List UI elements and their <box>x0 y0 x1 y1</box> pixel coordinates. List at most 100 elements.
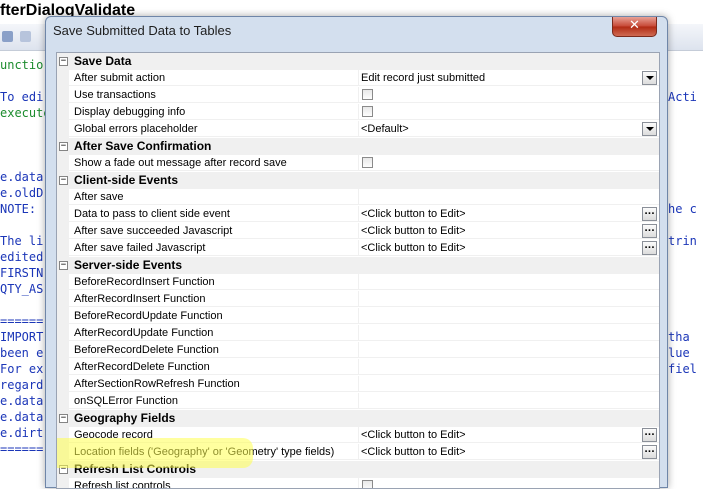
property-name[interactable]: AfterRecordUpdate Function <box>69 325 359 341</box>
ellipsis-button[interactable]: ... <box>642 445 657 459</box>
collapse-icon[interactable]: − <box>59 261 68 270</box>
property-row-afterrecordupdate-function[interactable]: AfterRecordUpdate Function <box>57 325 659 342</box>
property-name[interactable]: Global errors placeholder <box>69 121 359 137</box>
property-value-text: <Click button to Edit> <box>361 208 466 220</box>
property-row-beforerecorddelete-function[interactable]: BeforeRecordDelete Function <box>57 342 659 359</box>
property-value[interactable] <box>359 376 659 392</box>
row-margin <box>57 70 69 87</box>
property-value[interactable]: Edit record just submitted <box>359 70 659 86</box>
property-row-afterrecordinsert-function[interactable]: AfterRecordInsert Function <box>57 291 659 308</box>
ellipsis-button[interactable]: ... <box>642 428 657 442</box>
property-value[interactable] <box>359 189 659 205</box>
property-value[interactable]: <Click button to Edit>... <box>359 206 659 222</box>
property-name[interactable]: Data to pass to client side event <box>69 206 359 222</box>
collapse-icon[interactable]: − <box>59 57 68 66</box>
property-name[interactable]: Use transactions <box>69 87 359 103</box>
property-row-beforerecordinsert-function[interactable]: BeforeRecordInsert Function <box>57 274 659 291</box>
property-name[interactable]: After save succeeded Javascript <box>69 223 359 239</box>
row-margin <box>57 155 69 172</box>
property-value[interactable] <box>359 308 659 324</box>
property-checkbox[interactable] <box>362 89 373 100</box>
collapse-icon[interactable]: − <box>59 414 68 423</box>
property-value-text: <Default> <box>361 123 409 135</box>
property-value[interactable] <box>359 393 659 409</box>
category-label: Client-side Events <box>74 173 179 187</box>
dropdown-arrow-icon[interactable] <box>642 122 657 136</box>
row-margin <box>57 240 69 257</box>
category-geography-fields[interactable]: − Geography Fields <box>57 410 659 427</box>
property-grid: − Save Data After submit action Edit record… <box>56 52 660 489</box>
property-row-use-transactions[interactable]: Use transactions <box>57 87 659 104</box>
property-value[interactable] <box>359 291 659 307</box>
code-line: edited <box>0 250 44 264</box>
property-value[interactable] <box>359 104 659 120</box>
property-value[interactable] <box>359 359 659 375</box>
category-after-save-confirmation[interactable]: − After Save Confirmation <box>57 138 659 155</box>
property-name[interactable]: Display debugging info <box>69 104 359 120</box>
collapse-icon[interactable]: − <box>59 142 68 151</box>
property-row-beforerecordupdate-function[interactable]: BeforeRecordUpdate Function <box>57 308 659 325</box>
property-row-after-save-succeeded-javascript[interactable]: After save succeeded Javascript <Click bu… <box>57 223 659 240</box>
cut-icon[interactable] <box>2 31 13 42</box>
property-value[interactable] <box>359 274 659 290</box>
property-name[interactable]: BeforeRecordUpdate Function <box>69 308 359 324</box>
property-row-after-save[interactable]: After save <box>57 189 659 206</box>
property-name[interactable]: onSQLError Function <box>69 393 359 409</box>
property-checkbox[interactable] <box>362 106 373 117</box>
code-line-right: Acti <box>668 90 697 104</box>
code-line: execute <box>0 106 51 120</box>
property-name[interactable]: After save <box>69 189 359 205</box>
dropdown-arrow-icon[interactable] <box>642 71 657 85</box>
property-checkbox[interactable] <box>362 157 373 168</box>
category-save-data[interactable]: − Save Data <box>57 53 659 70</box>
property-row-refresh-list-controls[interactable]: Refresh list controls <box>57 478 659 488</box>
ellipsis-button[interactable]: ... <box>642 224 657 238</box>
property-value[interactable] <box>359 155 659 171</box>
category-client-side-events[interactable]: − Client-side Events <box>57 172 659 189</box>
code-line: e.data <box>0 410 44 424</box>
property-name[interactable]: BeforeRecordInsert Function <box>69 274 359 290</box>
property-row-onsqlerror-function[interactable]: onSQLError Function <box>57 393 659 410</box>
property-value-text: <Click button to Edit> <box>361 446 466 458</box>
property-row-after-submit-action[interactable]: After submit action Edit record just subm… <box>57 70 659 87</box>
property-value[interactable]: <Click button to Edit>... <box>359 223 659 239</box>
code-line: e.oldD <box>0 186 44 200</box>
property-value[interactable]: <Default> <box>359 121 659 137</box>
property-name[interactable]: AfterRecordDelete Function <box>69 359 359 375</box>
property-row-global-errors-placeholder[interactable]: Global errors placeholder <Default> <box>57 121 659 138</box>
property-value[interactable]: <Click button to Edit>... <box>359 240 659 256</box>
copy-icon[interactable] <box>20 31 31 42</box>
row-margin <box>57 274 69 291</box>
property-value[interactable] <box>359 87 659 103</box>
property-name[interactable]: AfterRecordInsert Function <box>69 291 359 307</box>
category-label: Geography Fields <box>74 411 176 425</box>
property-name[interactable]: Refresh list controls <box>69 478 359 488</box>
property-value[interactable] <box>359 325 659 341</box>
property-name[interactable]: After submit action <box>69 70 359 86</box>
property-row-afterrecorddelete-function[interactable]: AfterRecordDelete Function <box>57 359 659 376</box>
property-name[interactable]: After save failed Javascript <box>69 240 359 256</box>
property-row-after-save-failed-javascript[interactable]: After save failed Javascript <Click butto… <box>57 240 659 257</box>
property-value[interactable]: <Click button to Edit>... <box>359 444 659 460</box>
code-line: been e <box>0 346 44 360</box>
property-value[interactable] <box>359 478 659 488</box>
collapse-icon[interactable]: − <box>59 176 68 185</box>
code-line: ====== <box>0 442 44 456</box>
property-name[interactable]: AfterSectionRowRefresh Function <box>69 376 359 392</box>
property-row-show-a-fade-out-message-after-record-save[interactable]: Show a fade out message after record sav… <box>57 155 659 172</box>
property-value[interactable] <box>359 342 659 358</box>
code-line-right: he c <box>668 202 697 216</box>
property-row-data-to-pass-to-client-side-event[interactable]: Data to pass to client side event <Click … <box>57 206 659 223</box>
ellipsis-button[interactable]: ... <box>642 241 657 255</box>
property-row-aftersectionrowrefresh-function[interactable]: AfterSectionRowRefresh Function <box>57 376 659 393</box>
property-name[interactable]: BeforeRecordDelete Function <box>69 342 359 358</box>
property-checkbox[interactable] <box>362 480 373 488</box>
category-server-side-events[interactable]: − Server-side Events <box>57 257 659 274</box>
property-value[interactable]: <Click button to Edit>... <box>359 427 659 443</box>
property-name[interactable]: Show a fade out message after record sav… <box>69 155 359 171</box>
row-margin <box>57 325 69 342</box>
property-row-display-debugging-info[interactable]: Display debugging info <box>57 104 659 121</box>
code-line: NOTE: <box>0 202 37 216</box>
ellipsis-button[interactable]: ... <box>642 207 657 221</box>
close-button[interactable]: ✕ <box>612 17 657 37</box>
